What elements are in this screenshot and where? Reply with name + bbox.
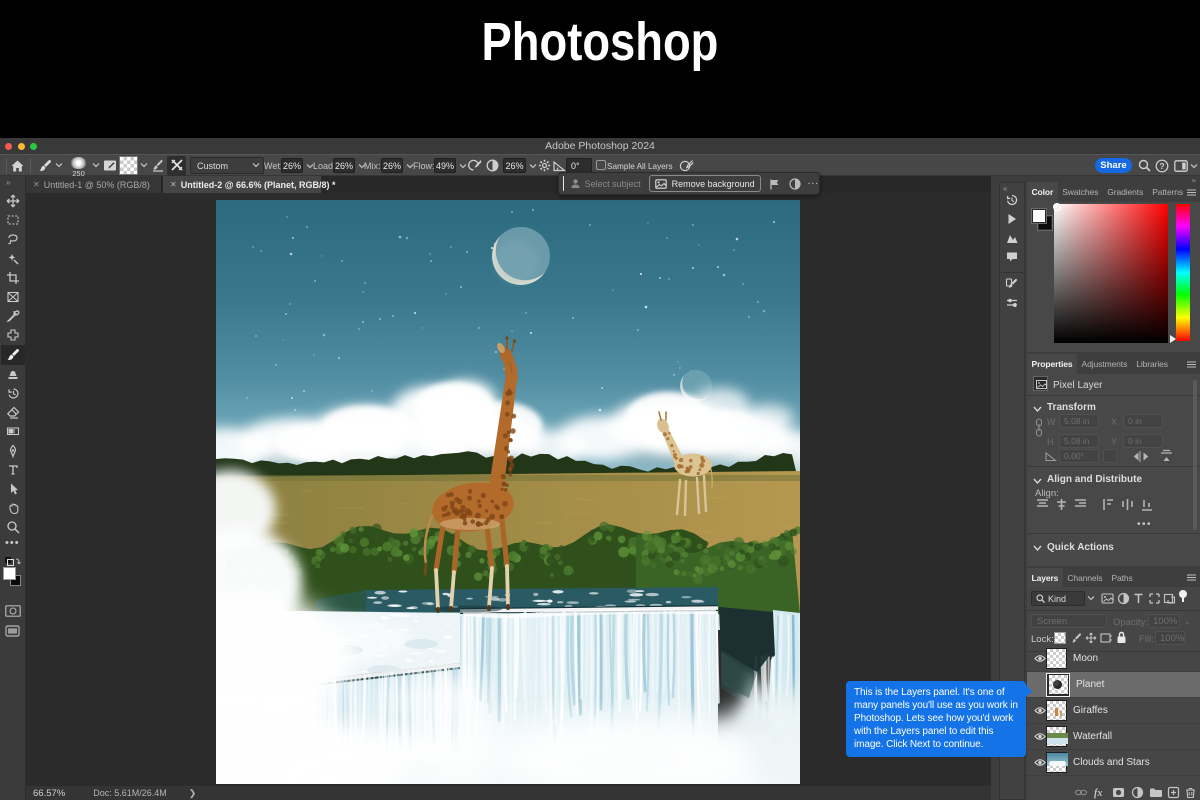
svg-text:fx: fx (1094, 788, 1102, 799)
svg-text:?: ? (1159, 161, 1164, 171)
